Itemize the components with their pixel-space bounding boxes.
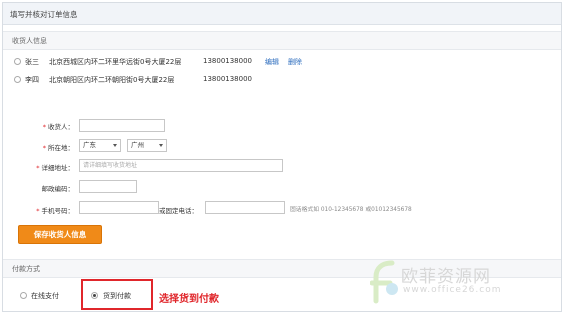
consignee-section-title: 收货人信息 (12, 37, 47, 45)
page-title: 填写并核对订单信息 (10, 10, 78, 19)
address-name-1: 张三 (25, 58, 39, 66)
address-phone-2: 13800138000 (203, 75, 252, 83)
receiver-label: * 收货人： (42, 123, 74, 131)
address-radio-1[interactable] (14, 58, 21, 65)
address-radio-2[interactable] (14, 76, 21, 83)
landline-input[interactable] (205, 201, 285, 214)
address-text-2: 北京朝阳区内环二环朝阳街0号大厦22层 (49, 76, 175, 84)
mobile-input[interactable] (79, 201, 159, 214)
save-consignee-button[interactable]: 保存收货人信息 (18, 225, 102, 244)
mobile-label: * 手机号码： (36, 207, 74, 215)
delete-address-link[interactable]: 删除 (288, 57, 302, 67)
watermark-url: www.office26.com (403, 285, 502, 295)
consignee-section-header: 收货人信息 (3, 31, 561, 50)
province-select[interactable]: 广东 (79, 139, 121, 152)
region-label: * 所在地： (42, 144, 74, 152)
chevron-down-icon (159, 144, 163, 147)
receiver-input[interactable] (79, 119, 165, 132)
address-name-2: 李四 (25, 76, 39, 84)
watermark-brand: 欧菲资源网 (401, 267, 491, 287)
order-info-panel: 填写并核对订单信息 收货人信息 张三 北京西城区内环二环里华远街0号大厦22层 … (2, 2, 562, 312)
edit-address-link[interactable]: 编辑 (265, 57, 279, 67)
online-payment-label: 在线支付 (31, 292, 59, 300)
detail-address-input[interactable]: 请详细填写收货地址 (79, 159, 283, 172)
office26-logo-icon (370, 260, 398, 304)
cod-annotation: 选择货到付款 (159, 294, 219, 305)
city-select[interactable]: 广州 (127, 139, 167, 152)
online-payment-radio[interactable] (20, 292, 27, 299)
postcode-input[interactable] (79, 180, 137, 193)
landline-label: 或固定电话： (159, 207, 198, 215)
chevron-down-icon (113, 144, 117, 147)
payment-section-title: 付款方式 (12, 265, 40, 273)
detail-address-label: * 详细地址： (36, 164, 74, 172)
address-text-1: 北京西城区内环二环里华远街0号大厦22层 (49, 58, 182, 66)
address-phone-1: 13800138000 (203, 57, 252, 65)
cod-highlight-box (81, 279, 153, 310)
page-header: 填写并核对订单信息 (3, 3, 561, 25)
phone-format-hint: 固话格式如 010-12345678 或01012345678 (290, 207, 412, 213)
postcode-label: 邮政编码： (41, 185, 75, 193)
